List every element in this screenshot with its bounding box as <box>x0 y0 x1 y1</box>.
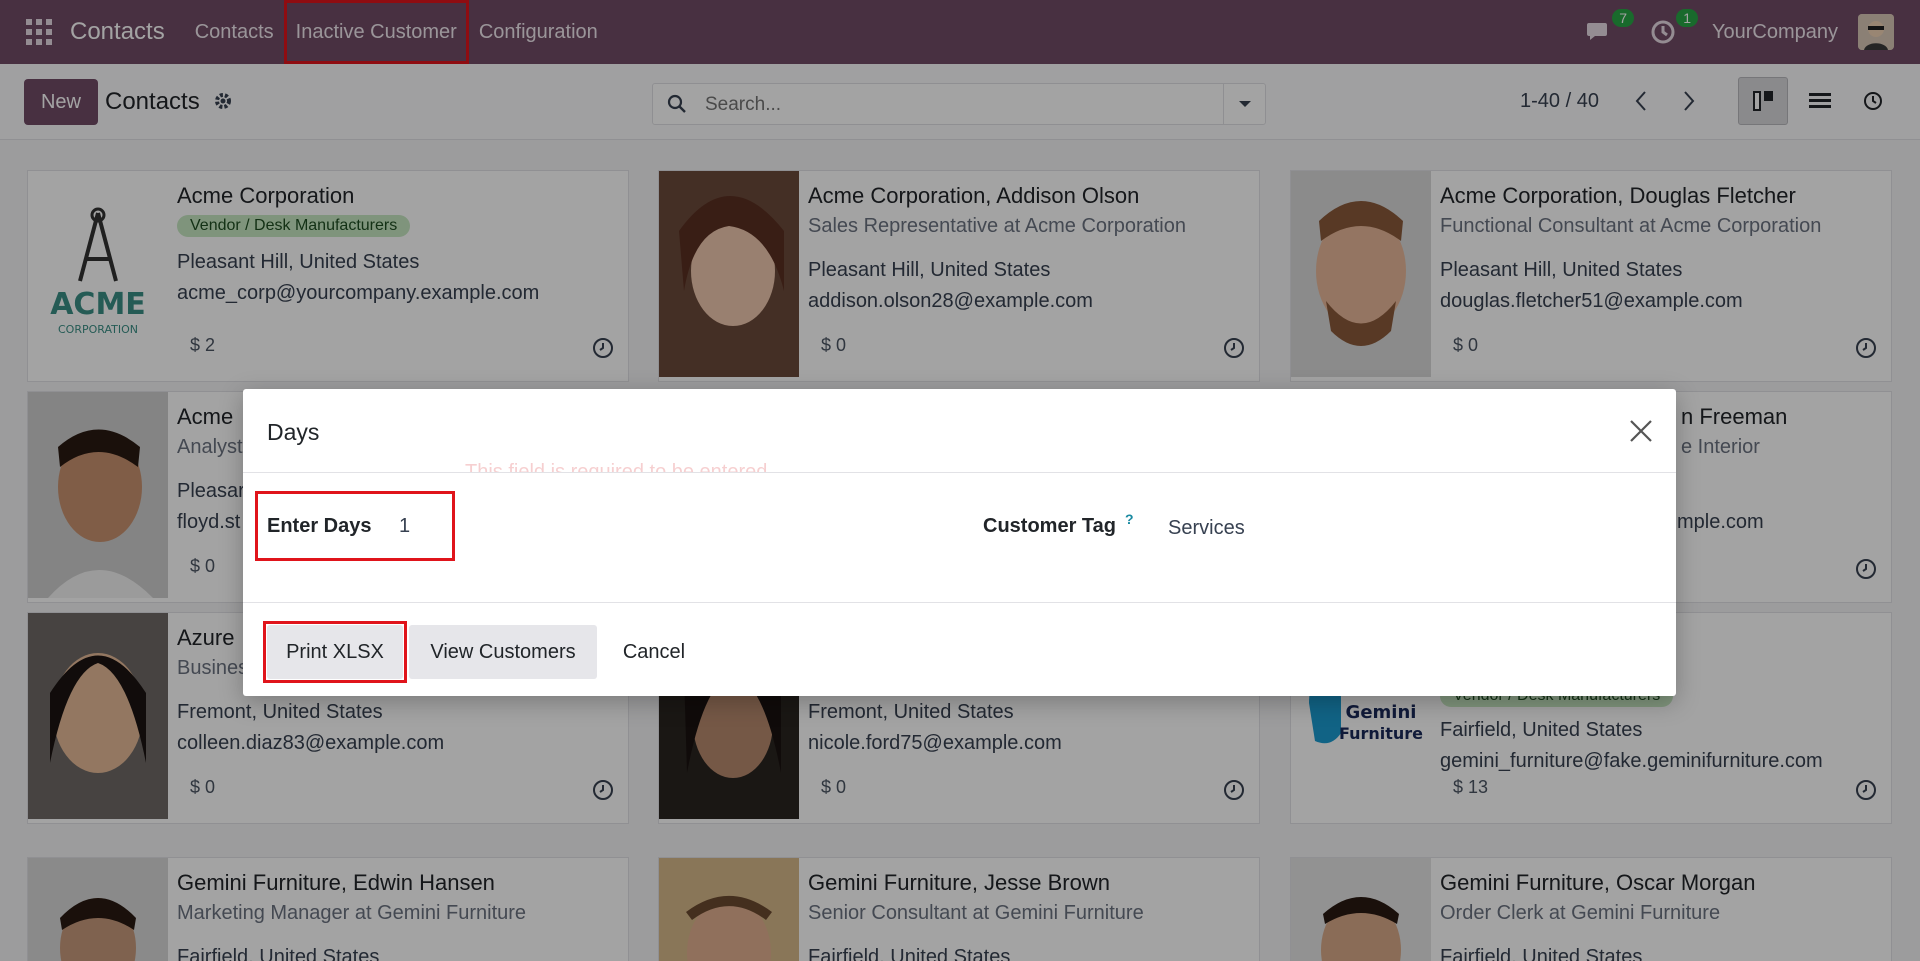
dialog-title: Days <box>267 419 320 445</box>
help-tooltip-icon[interactable]: ? <box>1125 511 1134 527</box>
customer-tag-label: Customer Tag <box>983 515 1116 537</box>
print-xlsx-button[interactable]: Print XLSX <box>267 625 403 679</box>
view-customers-button[interactable]: View Customers <box>409 625 597 679</box>
enter-days-input[interactable] <box>399 509 519 543</box>
customer-tag-field[interactable]: Services <box>1168 517 1245 540</box>
divider <box>243 472 1676 473</box>
days-dialog: Days This field is required to be entere… <box>243 389 1676 696</box>
cancel-button[interactable]: Cancel <box>605 625 703 679</box>
close-icon[interactable] <box>1629 419 1653 448</box>
enter-days-label: Enter Days <box>267 515 372 537</box>
divider <box>243 602 1676 603</box>
